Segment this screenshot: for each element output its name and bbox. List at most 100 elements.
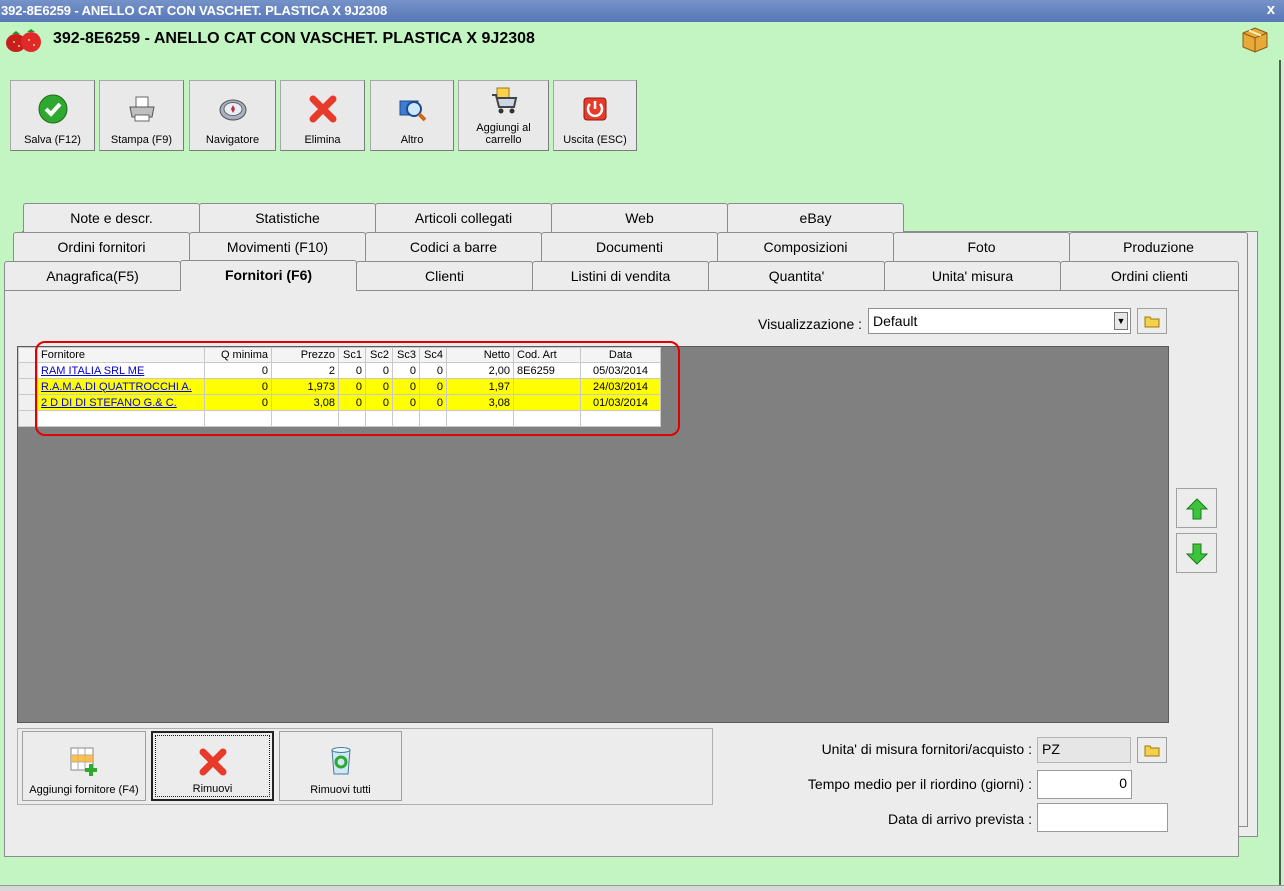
cell-netto[interactable]: 2,00	[446, 362, 514, 379]
tab-produzione[interactable]: Produzione	[1069, 232, 1248, 261]
tab-note-descr[interactable]: Note e descr.	[23, 203, 200, 232]
cell-sc1[interactable]: 0	[338, 362, 366, 379]
row-indicator[interactable]	[18, 362, 38, 379]
view-select[interactable]: Default ▼	[868, 308, 1131, 334]
col-cod-art[interactable]: Cod. Art	[513, 347, 581, 363]
view-folder-button[interactable]	[1137, 308, 1167, 334]
add-supplier-button[interactable]: Aggiungi fornitore (F4)	[22, 731, 146, 801]
row-indicator[interactable]	[18, 410, 38, 427]
cell-qmin[interactable]: 0	[204, 362, 272, 379]
reorder-days-field[interactable]: 0	[1037, 770, 1132, 799]
move-down-button[interactable]	[1176, 533, 1217, 573]
supplier-link[interactable]: R.A.M.A.DI QUATTROCCHI A.	[37, 378, 205, 395]
cell-netto[interactable]: 1,97	[446, 378, 514, 395]
save-button[interactable]: Salva (F12)	[10, 80, 95, 151]
cell-prezzo[interactable]: 3,08	[271, 394, 339, 411]
cell-qmin[interactable]: 0	[204, 394, 272, 411]
supplier-link[interactable]: 2 D DI DI STEFANO G.& C.	[37, 394, 205, 411]
table-row[interactable]: R.A.M.A.DI QUATTROCCHI A. 0 1,973 0 0 0 …	[18, 378, 661, 395]
col-prezzo[interactable]: Prezzo	[271, 347, 339, 363]
tab-web[interactable]: Web	[551, 203, 728, 232]
cell-sc2[interactable]: 0	[365, 362, 393, 379]
exit-button[interactable]: Uscita (ESC)	[553, 80, 637, 151]
cell-empty[interactable]	[513, 410, 581, 427]
cell-data[interactable]: 24/03/2014	[580, 378, 661, 395]
move-up-button[interactable]	[1176, 488, 1217, 528]
col-netto[interactable]: Netto	[446, 347, 514, 363]
tab-listini-di-vendita[interactable]: Listini di vendita	[532, 261, 709, 290]
tab-codici-a-barre[interactable]: Codici a barre	[365, 232, 542, 261]
tab-fornitori[interactable]: Fornitori (F6)	[180, 260, 357, 291]
arrow-up-icon	[1185, 498, 1209, 520]
tab-clienti[interactable]: Clienti	[356, 261, 533, 290]
print-button[interactable]: Stampa (F9)	[99, 80, 184, 151]
add-to-cart-button[interactable]: Aggiungi al carrello	[458, 80, 549, 151]
close-icon[interactable]: x	[1267, 1, 1275, 18]
cell-empty[interactable]	[419, 410, 447, 427]
row-indicator[interactable]	[18, 394, 38, 411]
cell-empty[interactable]	[338, 410, 366, 427]
tab-documenti[interactable]: Documenti	[541, 232, 718, 261]
col-sc4[interactable]: Sc4	[419, 347, 447, 363]
supplier-link[interactable]: RAM ITALIA SRL ME	[37, 362, 205, 379]
cell-data[interactable]: 05/03/2014	[580, 362, 661, 379]
tab-movimenti[interactable]: Movimenti (F10)	[189, 232, 366, 261]
cell-sc2[interactable]: 0	[365, 394, 393, 411]
tab-unita-misura[interactable]: Unita' misura	[884, 261, 1061, 290]
table-row-empty[interactable]	[18, 410, 661, 427]
row-indicator[interactable]	[18, 378, 38, 395]
col-fornitore[interactable]: Fornitore	[37, 347, 205, 363]
remove-all-button[interactable]: Rimuovi tutti	[279, 731, 402, 801]
cell-sc4[interactable]: 0	[419, 394, 447, 411]
dropdown-arrow-icon[interactable]: ▼	[1114, 312, 1128, 330]
table-row[interactable]: RAM ITALIA SRL ME 0 2 0 0 0 0 2,00 8E625…	[18, 362, 661, 379]
delete-button[interactable]: Elimina	[280, 80, 365, 151]
cell-empty[interactable]	[37, 410, 205, 427]
cell-sc1[interactable]: 0	[338, 394, 366, 411]
tab-articoli-collegati[interactable]: Articoli collegati	[375, 203, 552, 232]
col-sc2[interactable]: Sc2	[365, 347, 393, 363]
remove-button[interactable]: Rimuovi	[151, 731, 274, 801]
cell-codart[interactable]: 8E6259	[513, 362, 581, 379]
cell-sc4[interactable]: 0	[419, 362, 447, 379]
arrival-date-field[interactable]	[1037, 803, 1168, 832]
tab-anagrafica[interactable]: Anagrafica(F5)	[4, 261, 181, 290]
cell-empty[interactable]	[392, 410, 420, 427]
tab-ordini-clienti[interactable]: Ordini clienti	[1060, 261, 1239, 290]
col-q-minima[interactable]: Q minima	[204, 347, 272, 363]
cell-sc2[interactable]: 0	[365, 378, 393, 395]
other-button[interactable]: Altro	[370, 80, 454, 151]
cell-codart[interactable]	[513, 394, 581, 411]
cell-prezzo[interactable]: 2	[271, 362, 339, 379]
uom-folder-button[interactable]	[1137, 737, 1167, 763]
cell-sc3[interactable]: 0	[392, 394, 420, 411]
cell-empty[interactable]	[204, 410, 272, 427]
navigator-button[interactable]: Navigatore	[189, 80, 276, 151]
cell-empty[interactable]	[446, 410, 514, 427]
col-data[interactable]: Data	[580, 347, 661, 363]
uom-field[interactable]: PZ	[1037, 737, 1131, 763]
cell-empty[interactable]	[365, 410, 393, 427]
cell-prezzo[interactable]: 1,973	[271, 378, 339, 395]
cell-qmin[interactable]: 0	[204, 378, 272, 395]
tab-ordini-fornitori[interactable]: Ordini fornitori	[13, 232, 190, 261]
cell-sc1[interactable]: 0	[338, 378, 366, 395]
col-sc3[interactable]: Sc3	[392, 347, 420, 363]
window-titlebar: 392-8E6259 - ANELLO CAT CON VASCHET. PLA…	[0, 0, 1284, 22]
col-sc1[interactable]: Sc1	[338, 347, 366, 363]
tab-quantita[interactable]: Quantita'	[708, 261, 885, 290]
tab-foto[interactable]: Foto	[893, 232, 1070, 261]
tab-ebay[interactable]: eBay	[727, 203, 904, 232]
tab-composizioni[interactable]: Composizioni	[717, 232, 894, 261]
cell-netto[interactable]: 3,08	[446, 394, 514, 411]
cell-sc4[interactable]: 0	[419, 378, 447, 395]
cell-empty[interactable]	[271, 410, 339, 427]
cell-data[interactable]: 01/03/2014	[580, 394, 661, 411]
cell-codart[interactable]	[513, 378, 581, 395]
package-box-icon[interactable]	[1240, 25, 1270, 55]
cell-empty[interactable]	[580, 410, 661, 427]
table-row[interactable]: 2 D DI DI STEFANO G.& C. 0 3,08 0 0 0 0 …	[18, 394, 661, 411]
cell-sc3[interactable]: 0	[392, 378, 420, 395]
cell-sc3[interactable]: 0	[392, 362, 420, 379]
tab-statistiche[interactable]: Statistiche	[199, 203, 376, 232]
